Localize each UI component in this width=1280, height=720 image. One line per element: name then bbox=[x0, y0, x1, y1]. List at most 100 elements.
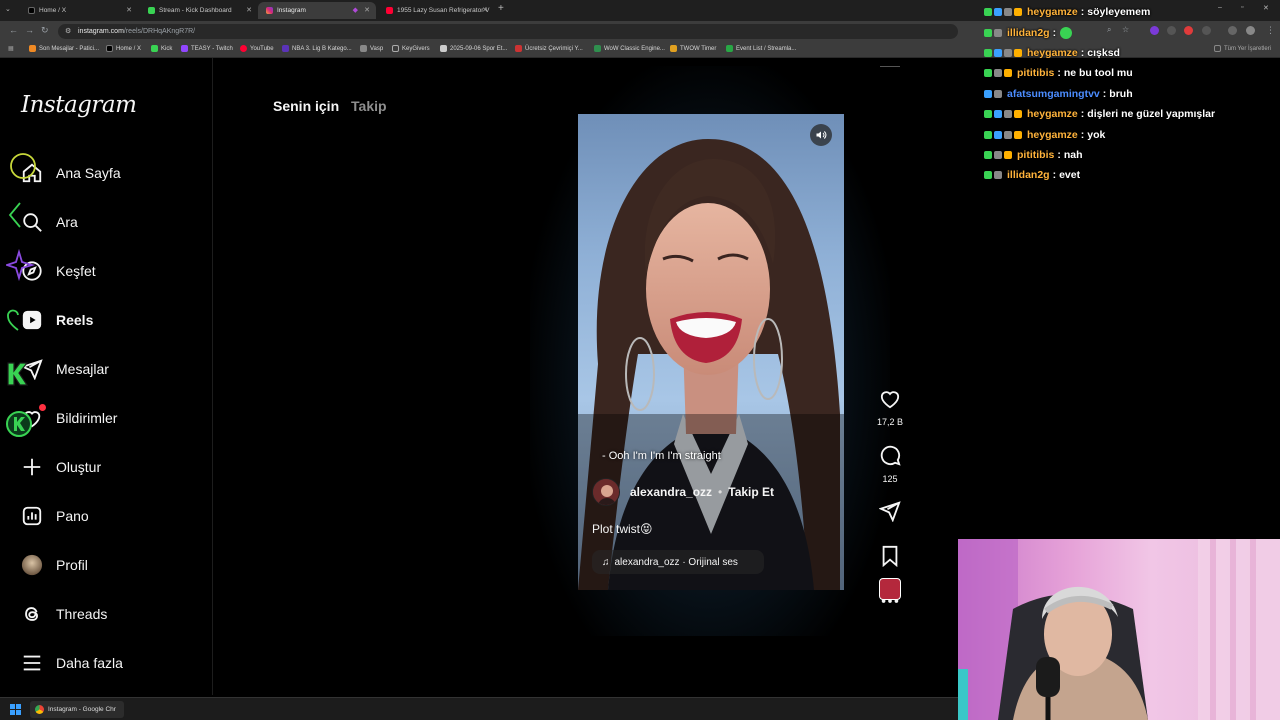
chat-text: yok bbox=[1087, 128, 1106, 141]
chat-text: dişleri ne güzel yapmışlar bbox=[1087, 108, 1216, 121]
chat-badge-icon bbox=[984, 69, 992, 78]
mute-button[interactable] bbox=[810, 124, 832, 146]
reel-audio-thumbnail[interactable] bbox=[879, 578, 901, 600]
reel-author-row: alexandra_ozz • Takip Et bbox=[592, 478, 774, 506]
address-bar[interactable]: ⚙ instagram.com/reels/DRHqAKngR7R/ bbox=[58, 24, 958, 39]
chat-badge-icon bbox=[1014, 110, 1022, 119]
bookmark-item[interactable]: NBA 3. Lig B Katego... bbox=[282, 45, 352, 52]
chat-username[interactable]: heygamze bbox=[1027, 129, 1078, 141]
nav-create[interactable]: Oluştur bbox=[20, 450, 205, 484]
reel-caption[interactable]: Plot twist😝 bbox=[592, 522, 653, 536]
author-username[interactable]: alexandra_ozz bbox=[630, 485, 712, 499]
bookmark-item[interactable]: Kick bbox=[151, 45, 172, 52]
tab-title: Instagram bbox=[277, 7, 306, 14]
chat-badge-icon bbox=[1004, 150, 1012, 159]
close-icon[interactable]: ✕ bbox=[364, 6, 370, 14]
nav-notifications[interactable]: Bildirimler bbox=[6, 401, 205, 437]
nav-search[interactable]: Ara bbox=[8, 202, 205, 239]
bookmark-item[interactable]: TEASY - Twitch bbox=[181, 45, 233, 52]
chat-colon: : bbox=[1080, 108, 1085, 121]
chat-colon: : bbox=[1080, 46, 1085, 59]
close-icon[interactable]: ✕ bbox=[126, 6, 132, 14]
chat-badge-icon bbox=[984, 89, 992, 98]
chat-message: pititibis: ne bu tool mu bbox=[984, 63, 1280, 83]
nav-dashboard[interactable]: Pano bbox=[20, 499, 205, 533]
nav-label: Keşfet bbox=[56, 263, 96, 279]
nav-explore[interactable]: Keşfet bbox=[6, 249, 205, 288]
chat-message: illidan2g: bbox=[984, 22, 1280, 42]
instagram-sidebar: Instagram Ana Sayfa Ara Keşfet Reels Mes… bbox=[0, 58, 213, 695]
chat-username[interactable]: heygamze bbox=[1027, 47, 1078, 59]
nav-threads[interactable]: Threads bbox=[20, 597, 205, 631]
bookmark-item[interactable]: Event List / Streamla... bbox=[726, 45, 796, 52]
instagram-logo[interactable]: Instagram bbox=[21, 92, 137, 118]
chat-username[interactable]: illidan2g bbox=[1007, 27, 1050, 39]
chat-username[interactable]: afatsumgamingtvv bbox=[1007, 88, 1100, 100]
chat-badge-icon bbox=[994, 89, 1002, 98]
reels-icon bbox=[7, 308, 44, 332]
taskbar-chrome-window[interactable]: Instagram - Google Chr bbox=[30, 701, 124, 718]
save-action[interactable] bbox=[872, 545, 908, 572]
author-avatar[interactable] bbox=[592, 478, 620, 506]
chat-badge-icon bbox=[1014, 8, 1022, 17]
url-path: /reels/DRHqAKngR7R/ bbox=[123, 28, 196, 35]
follow-button[interactable]: Takip Et bbox=[728, 485, 774, 499]
dashboard-icon bbox=[20, 504, 44, 528]
audio-link[interactable]: ♫ alexandra_ozz · Orijinal ses bbox=[592, 550, 764, 574]
bookmark-item[interactable]: Ücretsiz Çevrimiçi Y... bbox=[515, 45, 583, 52]
bookmark-item[interactable]: TWOW Timer bbox=[670, 45, 716, 52]
bookmark-item[interactable]: Home / X bbox=[106, 45, 141, 52]
nav-profile[interactable]: Profil bbox=[20, 548, 205, 582]
bookmark-item[interactable]: KeyGivers bbox=[392, 45, 430, 52]
like-action[interactable]: 17,2 B bbox=[872, 389, 908, 427]
tab-kick-dashboard[interactable]: Stream - Kick Dashboard ✕ bbox=[140, 2, 258, 19]
chat-username[interactable]: pititibis bbox=[1017, 67, 1054, 79]
bookmark-item[interactable]: YouTube bbox=[240, 45, 274, 52]
comment-action[interactable]: 125 bbox=[872, 444, 908, 484]
chat-username[interactable]: heygamze bbox=[1027, 6, 1078, 18]
youtube-icon bbox=[386, 7, 393, 14]
tab-youtube[interactable]: 1955 Lazy Susan Refrigerator V ✕ bbox=[378, 2, 494, 19]
tab-for-you[interactable]: Senin için bbox=[273, 98, 339, 114]
media-playing-icon[interactable]: ◆ bbox=[353, 6, 358, 14]
reel-video[interactable]: - Ooh I'm I'm I'm straight alexandra_ozz… bbox=[578, 114, 844, 590]
x-icon bbox=[28, 7, 35, 14]
apps-grid-icon[interactable]: ▦ bbox=[8, 45, 14, 52]
site-info-icon[interactable]: ⚙ bbox=[65, 24, 71, 39]
chat-text: evet bbox=[1059, 169, 1081, 182]
menu-icon bbox=[20, 651, 44, 675]
nav-label: Threads bbox=[56, 606, 108, 622]
comment-icon bbox=[880, 445, 901, 466]
nav-home[interactable]: Ana Sayfa bbox=[10, 153, 205, 190]
bookmark-item[interactable]: WoW Classic Engine... bbox=[594, 45, 665, 52]
bookmark-item[interactable]: Son Mesajlar - Patici... bbox=[29, 45, 99, 52]
chat-username[interactable]: illidan2g bbox=[1007, 169, 1050, 181]
plus-icon bbox=[20, 455, 44, 479]
share-action[interactable] bbox=[872, 500, 908, 527]
nav-reels[interactable]: Reels bbox=[7, 303, 205, 337]
close-icon[interactable]: ✕ bbox=[246, 6, 252, 14]
close-icon[interactable]: ✕ bbox=[482, 6, 488, 14]
back-icon[interactable]: ← bbox=[9, 25, 18, 35]
separator-dot: • bbox=[718, 485, 723, 499]
bookmark-item[interactable]: 2025-09-06 Spor Et... bbox=[440, 45, 507, 52]
chat-message: pititibis: nah bbox=[984, 145, 1280, 165]
url-host: instagram.com bbox=[78, 28, 124, 35]
windows-start-icon[interactable] bbox=[10, 704, 21, 715]
tab-search-icon[interactable]: ⌄ bbox=[5, 5, 11, 13]
nav-messages[interactable]: Mesajlar bbox=[7, 352, 205, 386]
chat-username[interactable]: pititibis bbox=[1017, 149, 1054, 161]
reload-icon[interactable]: ↻ bbox=[41, 25, 49, 36]
tab-home-x[interactable]: Home / X ✕ bbox=[20, 2, 138, 19]
new-tab-button[interactable]: + bbox=[498, 3, 504, 14]
forward-icon[interactable]: → bbox=[25, 25, 34, 35]
chat-badge-icon bbox=[994, 150, 1002, 159]
chat-colon: : bbox=[1080, 6, 1085, 19]
tab-instagram[interactable]: Instagram ◆ ✕ bbox=[258, 2, 376, 19]
tab-following[interactable]: Takip bbox=[351, 98, 387, 114]
chat-username[interactable]: heygamze bbox=[1027, 108, 1078, 120]
home-icon bbox=[10, 153, 44, 185]
bookmark-item[interactable]: Vasp bbox=[360, 45, 383, 52]
search-icon bbox=[8, 202, 44, 234]
nav-more[interactable]: Daha fazla bbox=[20, 646, 205, 680]
